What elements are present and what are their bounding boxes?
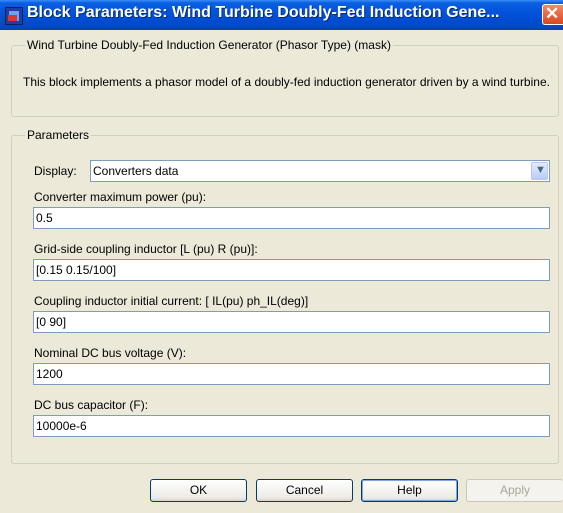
dropdown-arrow-button[interactable]: ▼ — [531, 162, 548, 180]
block-parameters-dialog: Block Parameters: Wind Turbine Doubly-Fe… — [0, 0, 563, 513]
help-button[interactable]: Help — [361, 479, 458, 502]
close-icon: ✕ — [545, 4, 560, 23]
cancel-button[interactable]: Cancel — [256, 479, 353, 502]
mask-description: This block implements a phasor model of … — [23, 75, 550, 89]
dc-bus-capacitor-input[interactable]: 10000e-6 — [33, 415, 550, 437]
coupling-inductor-current-input[interactable]: [0 90] — [33, 311, 550, 333]
nominal-dc-voltage-input[interactable]: 1200 — [33, 363, 550, 385]
display-label: Display: — [34, 164, 77, 178]
simulink-block-icon — [5, 7, 23, 25]
title-bar[interactable]: Block Parameters: Wind Turbine Doubly-Fe… — [0, 0, 563, 30]
apply-button[interactable]: Apply — [466, 479, 563, 502]
chevron-down-icon: ▼ — [535, 164, 546, 176]
converter-max-power-input[interactable]: 0.5 — [33, 207, 550, 229]
grid-side-inductor-input[interactable]: [0.15 0.15/100] — [33, 259, 550, 281]
ok-button[interactable]: OK — [150, 479, 247, 502]
dc-bus-capacitor-label: DC bus capacitor (F): — [34, 398, 149, 412]
display-selected-value: Converters data — [93, 164, 179, 178]
coupling-inductor-current-label: Coupling inductor initial current: [ IL(… — [34, 294, 309, 308]
close-button[interactable]: ✕ — [542, 4, 563, 25]
nominal-dc-voltage-label: Nominal DC bus voltage (V): — [34, 346, 187, 360]
display-dropdown[interactable]: Converters data ▼ — [90, 160, 550, 182]
grid-side-inductor-label: Grid-side coupling inductor [L (pu) R (p… — [34, 242, 258, 256]
converter-max-power-label: Converter maximum power (pu): — [34, 190, 207, 204]
parameters-group-title: Parameters — [25, 128, 92, 142]
mask-group-title: Wind Turbine Doubly-Fed Induction Genera… — [25, 38, 393, 52]
window-title: Block Parameters: Wind Turbine Doubly-Fe… — [27, 4, 500, 21]
